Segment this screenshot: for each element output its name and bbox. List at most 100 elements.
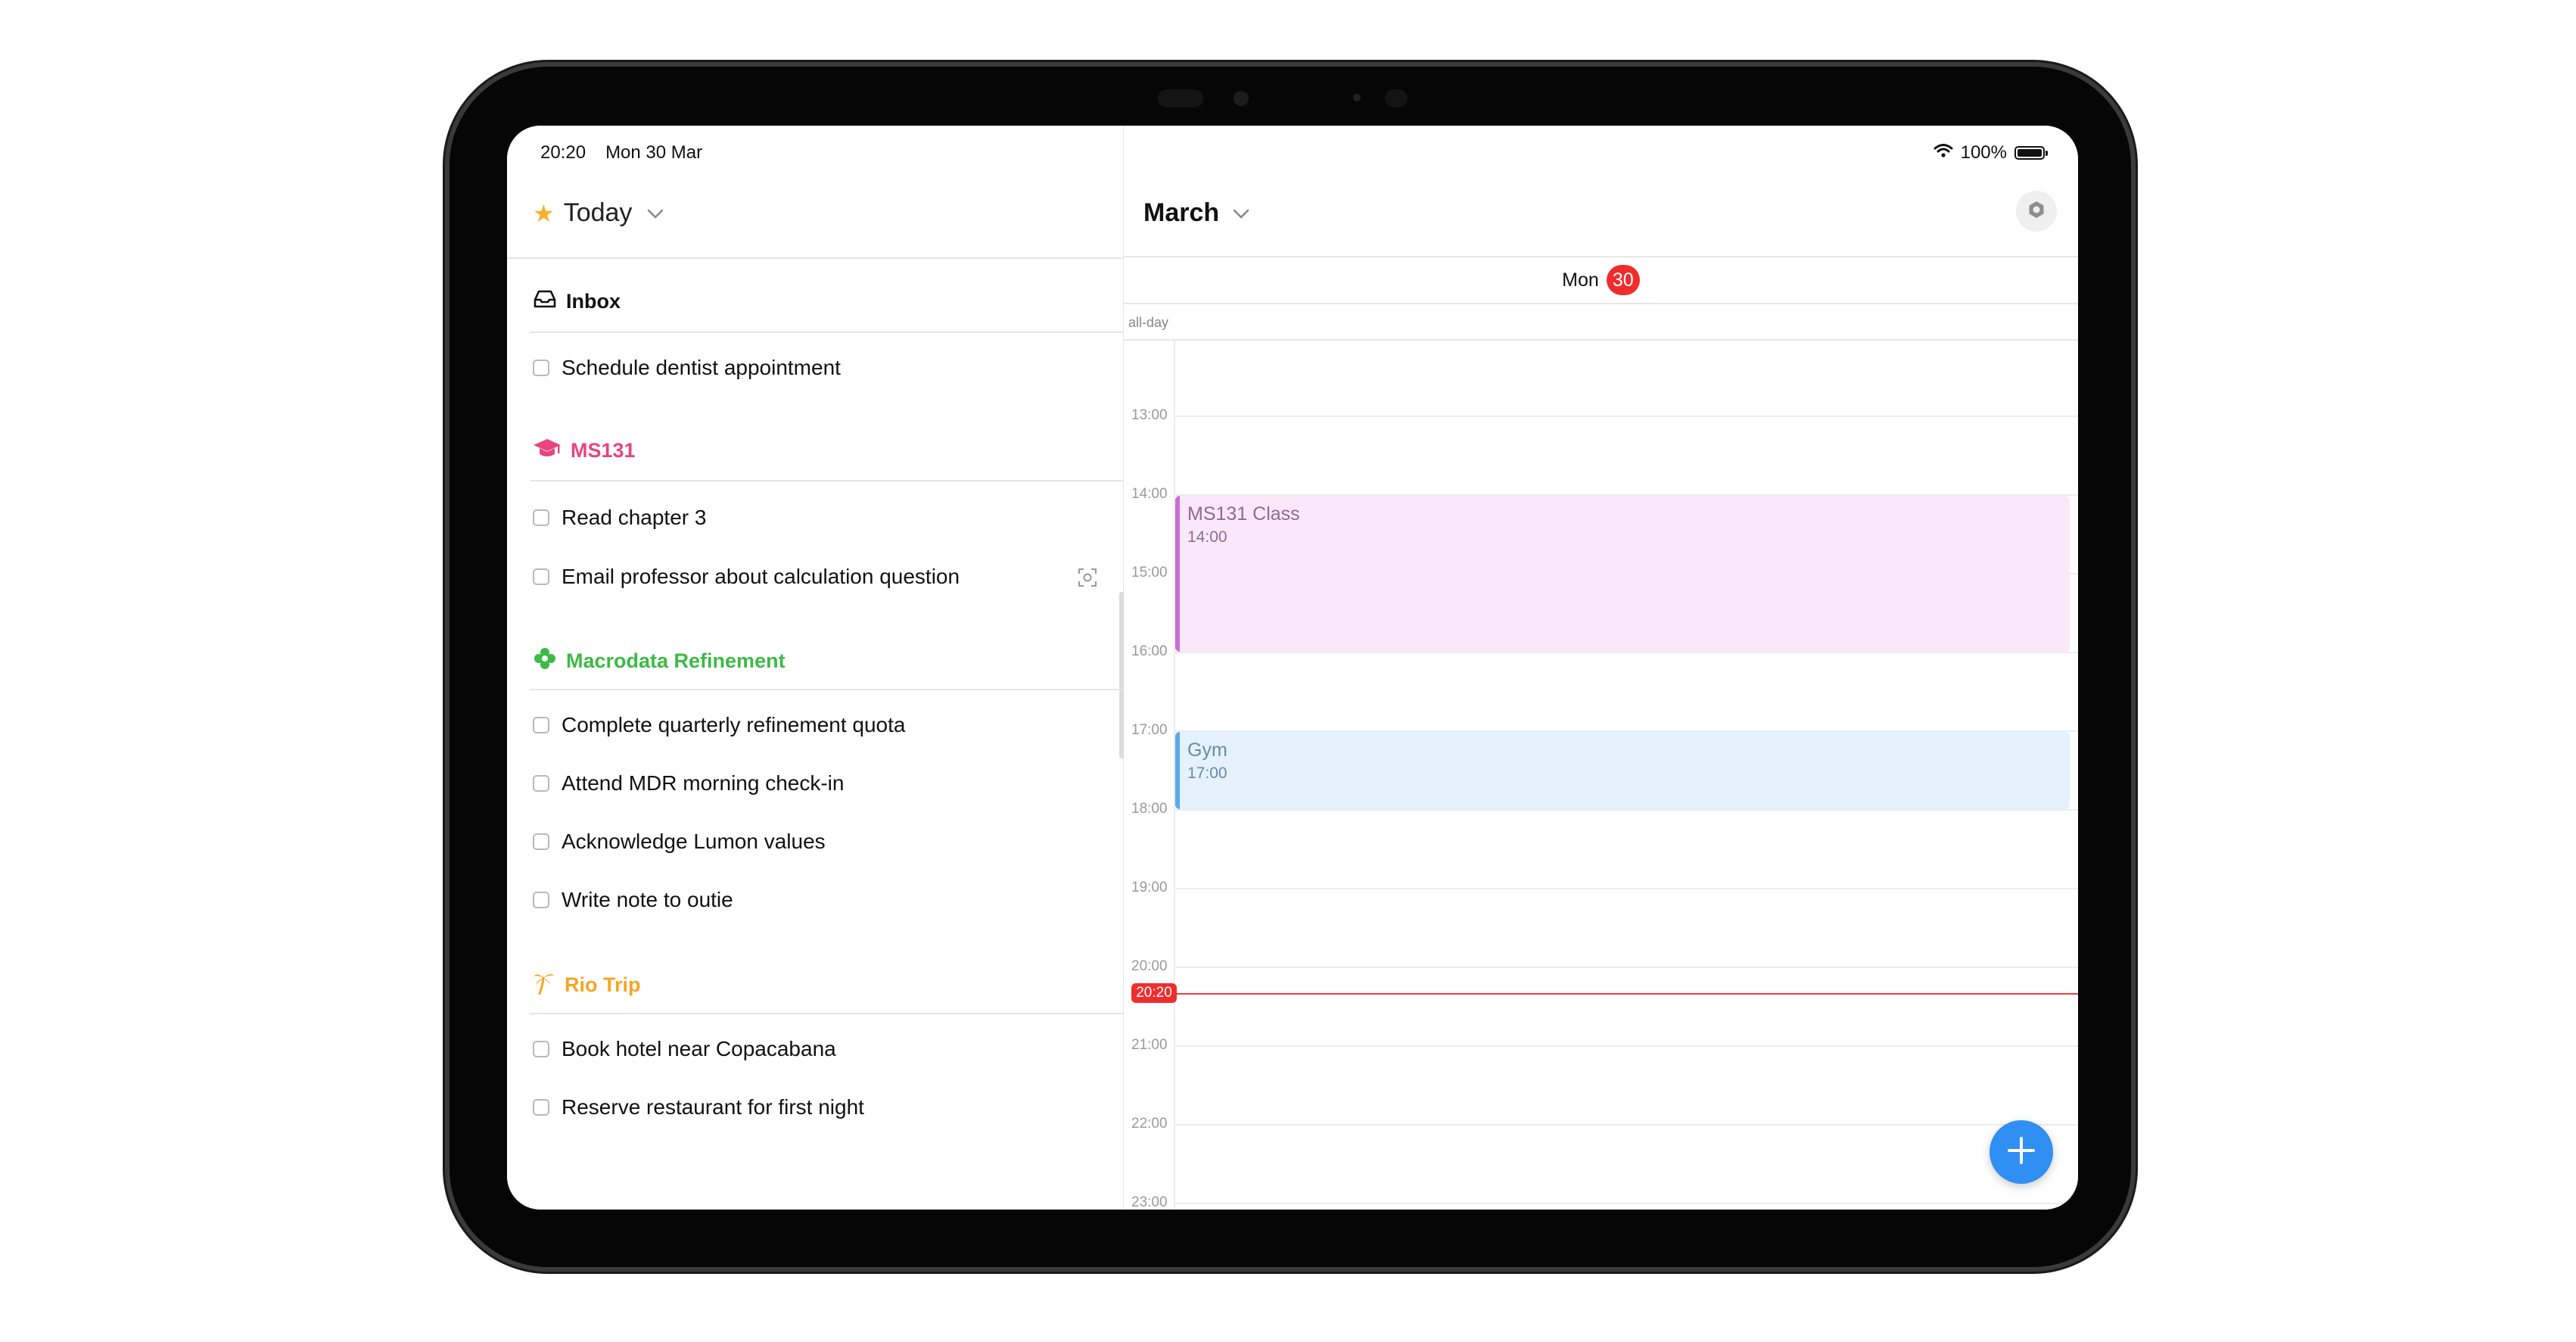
hour-label: 15:00 xyxy=(1131,565,1168,581)
task-label: Book hotel near Copacabana xyxy=(562,1037,836,1060)
hour-line xyxy=(1175,888,2078,889)
hour-line xyxy=(1175,809,2078,811)
task-checkbox[interactable] xyxy=(533,360,549,376)
task-label: Reserve restaurant for first night xyxy=(562,1095,864,1119)
battery-percent: 100% xyxy=(1960,142,2007,163)
calendar-event[interactable]: Gym 17:00 xyxy=(1175,732,2070,809)
section-title: Inbox xyxy=(566,290,621,313)
top-button-2 xyxy=(664,61,733,67)
hour-label: 22:00 xyxy=(1131,1116,1168,1132)
status-date: Mon 30 Mar xyxy=(605,142,703,163)
task-item[interactable]: Complete quarterly refinement quota xyxy=(533,713,905,737)
hour-label: 16:00 xyxy=(1131,643,1168,659)
current-time-line xyxy=(1174,992,2078,995)
task-checkbox[interactable] xyxy=(533,775,549,792)
hour-line xyxy=(1175,416,2078,417)
hour-label: 14:00 xyxy=(1131,486,1168,502)
focus-icon[interactable] xyxy=(1078,568,1097,587)
task-list-pane: 20:20 Mon 30 Mar ★ Today Inbox Schedule d… xyxy=(507,126,1125,1210)
battery-icon xyxy=(2014,146,2048,160)
task-item[interactable]: Reserve restaurant for first night xyxy=(533,1095,864,1119)
calendar-pane: 100% March Mon 30 all-day 13:00 14:00 15:0… xyxy=(1124,126,2078,1210)
task-item[interactable]: Acknowledge Lumon values xyxy=(533,830,826,854)
task-checkbox[interactable] xyxy=(533,509,549,526)
task-label: Read chapter 3 xyxy=(562,506,707,529)
day-timeline[interactable]: 13:00 14:00 15:00 16:00 17:00 18:00 19:00 20:00… xyxy=(1124,341,2078,1210)
section-divider xyxy=(530,689,1123,690)
task-checkbox[interactable] xyxy=(533,1041,549,1057)
event-color-bar xyxy=(1175,496,1180,652)
section-divider xyxy=(530,480,1123,481)
task-item[interactable]: Read chapter 3 xyxy=(533,506,706,530)
task-item[interactable]: Email professor about calculation questi… xyxy=(533,565,960,589)
task-checkbox[interactable] xyxy=(533,833,549,850)
event-title: Gym xyxy=(1187,740,1227,761)
month-title: March xyxy=(1143,198,1220,227)
star-icon: ★ xyxy=(533,199,555,227)
hour-label: 19:00 xyxy=(1131,880,1168,895)
section-title: MS131 xyxy=(571,439,636,462)
task-checkbox[interactable] xyxy=(533,892,549,908)
section-inbox[interactable]: Inbox xyxy=(533,289,621,314)
hour-line xyxy=(1175,1124,2078,1126)
hour-line xyxy=(1175,1203,2078,1204)
gear-icon xyxy=(2026,199,2047,224)
section-rio-trip[interactable]: Rio Trip xyxy=(533,970,641,1000)
add-event-button[interactable] xyxy=(1990,1120,2053,1184)
hour-line xyxy=(1175,652,2078,653)
wifi-icon xyxy=(1934,142,1953,163)
task-label: Complete quarterly refinement quota xyxy=(562,713,906,736)
task-label: Attend MDR morning check-in xyxy=(562,771,845,795)
task-item[interactable]: Book hotel near Copacabana xyxy=(533,1037,836,1061)
hour-label: 18:00 xyxy=(1131,801,1168,817)
section-divider xyxy=(530,332,1123,333)
month-selector[interactable]: March xyxy=(1143,198,1249,228)
task-label: Email professor about calculation questi… xyxy=(562,565,960,588)
event-time: 14:00 xyxy=(1187,528,1227,546)
status-bar-right: 100% xyxy=(1934,142,2048,163)
view-selector[interactable]: ★ Today xyxy=(533,198,664,228)
hour-label: 21:00 xyxy=(1131,1037,1168,1053)
event-time: 17:00 xyxy=(1187,764,1227,782)
hour-label: 20:00 xyxy=(1131,958,1168,974)
section-macrodata-refinement[interactable]: Macrodata Refinement xyxy=(533,646,786,676)
settings-button[interactable] xyxy=(2016,191,2057,232)
task-checkbox[interactable] xyxy=(533,568,549,585)
camera-bar xyxy=(1158,85,1408,112)
task-checkbox[interactable] xyxy=(533,1099,549,1116)
status-bar-left: 20:20 Mon 30 Mar xyxy=(540,142,702,163)
section-ms131[interactable]: MS131 xyxy=(533,437,636,464)
task-label: Schedule dentist appointment xyxy=(562,356,841,379)
task-label: Acknowledge Lumon values xyxy=(562,830,826,853)
task-item[interactable]: Attend MDR morning check-in xyxy=(533,771,844,796)
inbox-icon xyxy=(533,289,557,314)
palm-tree-icon xyxy=(533,970,555,1000)
header-divider xyxy=(507,257,1123,259)
section-title: Macrodata Refinement xyxy=(566,649,786,672)
task-item[interactable]: Schedule dentist appointment xyxy=(533,356,841,380)
hour-line xyxy=(1175,967,2078,968)
event-color-bar xyxy=(1175,732,1180,809)
section-title: Rio Trip xyxy=(565,973,641,996)
hour-label: 23:00 xyxy=(1131,1194,1168,1210)
current-time-badge: 20:20 xyxy=(1131,982,1177,1003)
top-button-1 xyxy=(583,61,651,67)
chevron-down-icon xyxy=(1233,201,1249,225)
graduation-cap-icon xyxy=(533,437,562,464)
status-time: 20:20 xyxy=(540,142,586,163)
event-title: MS131 Class xyxy=(1187,503,1300,525)
hour-label: 17:00 xyxy=(1131,722,1168,738)
section-divider xyxy=(530,1013,1123,1014)
task-checkbox[interactable] xyxy=(533,717,549,733)
hour-line xyxy=(1175,1045,2078,1047)
day-label: Mon xyxy=(1562,269,1599,291)
view-title: Today xyxy=(563,198,633,227)
plus-icon xyxy=(2005,1134,2038,1171)
screen: 20:20 Mon 30 Mar ★ Today Inbox Schedule d… xyxy=(507,126,2078,1210)
calendar-event[interactable]: MS131 Class 14:00 xyxy=(1175,496,2070,652)
day-header[interactable]: Mon 30 xyxy=(1124,256,2078,304)
resize-handle[interactable] xyxy=(2056,1178,2078,1210)
task-item[interactable]: Write note to outie xyxy=(533,888,733,912)
all-day-label: all-day xyxy=(1128,315,1169,330)
hour-label: 13:00 xyxy=(1131,407,1168,423)
